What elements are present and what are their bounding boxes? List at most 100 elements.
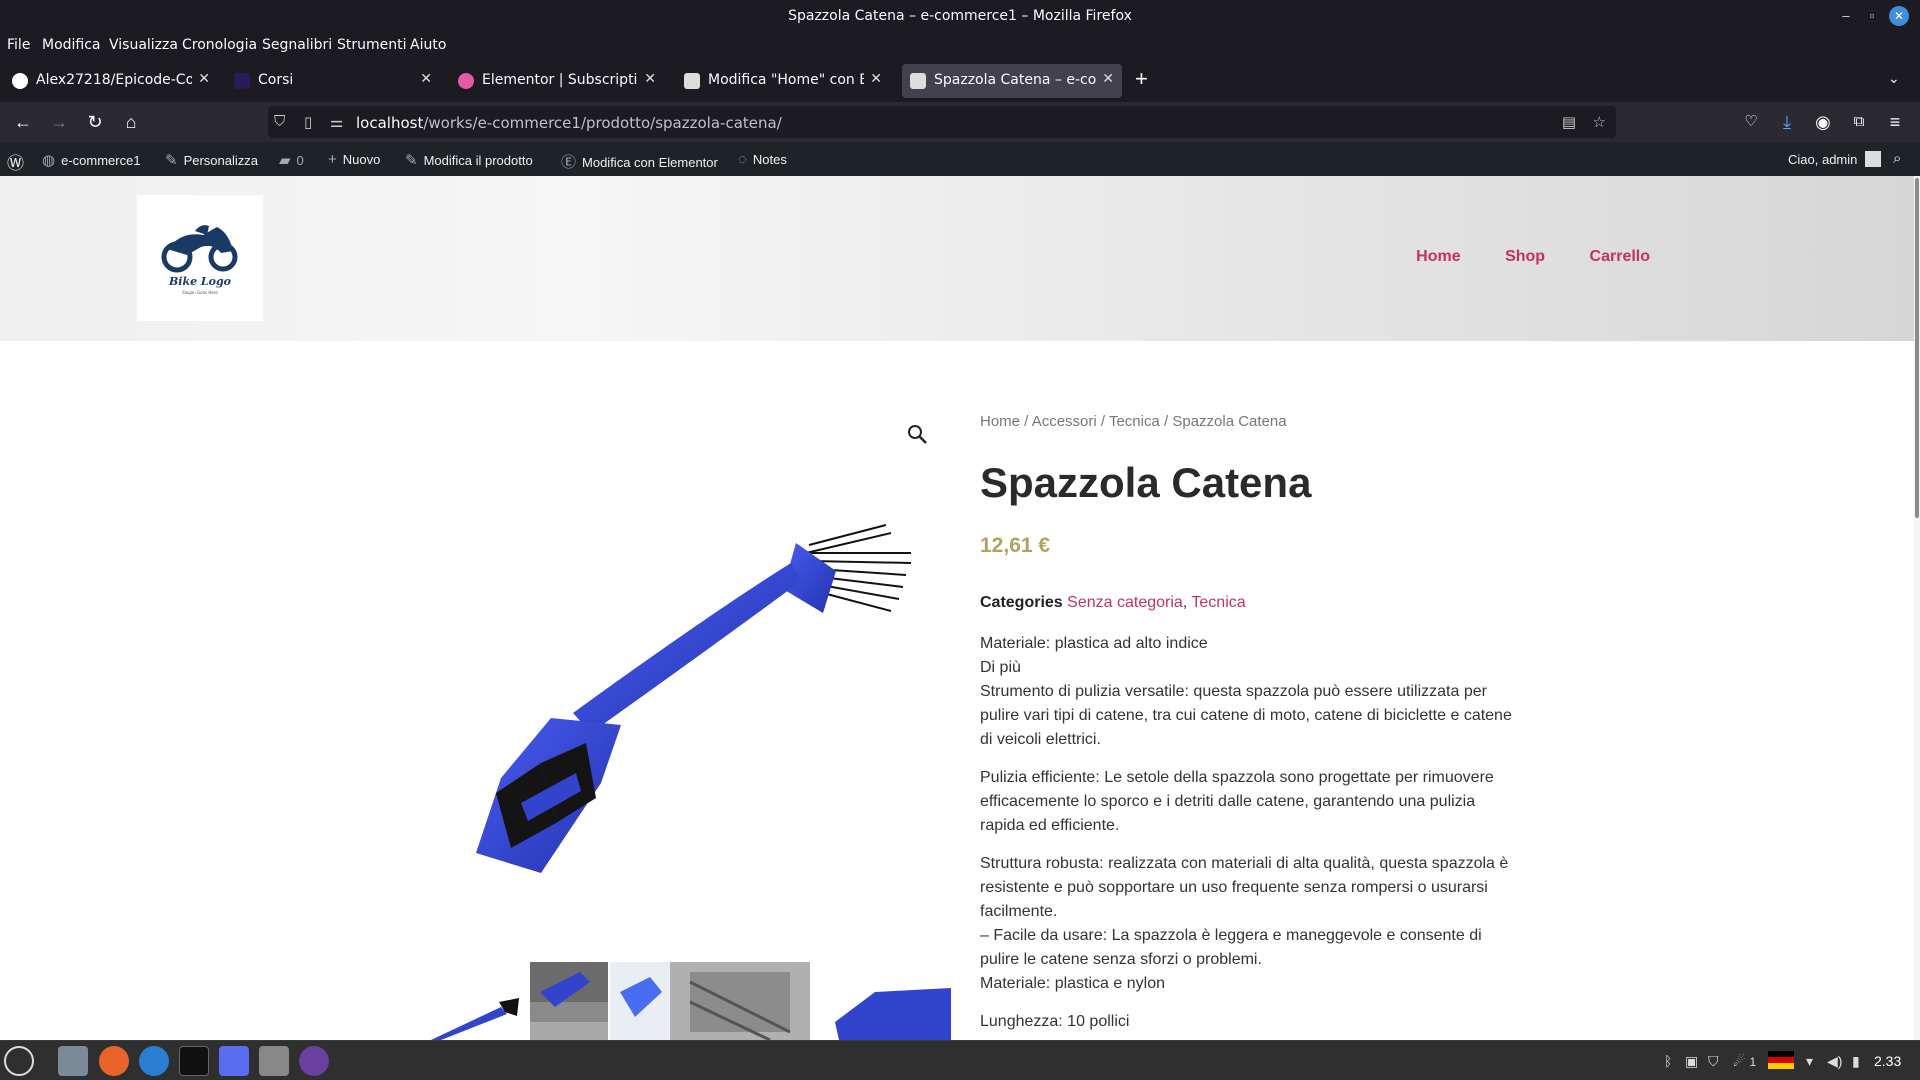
edit-elementor-link[interactable]: Ⓔ Modifica con Elementor [561, 151, 718, 172]
files-icon[interactable] [58, 1046, 88, 1076]
home-icon[interactable]: ⌂ [119, 110, 143, 134]
scrollbar-thumb[interactable] [1915, 178, 1919, 518]
menu-segnalibri[interactable]: Segnalibri [262, 37, 332, 53]
site-logo[interactable]: Bike Logo Slogan Goes Here [137, 195, 263, 321]
firefox-icon[interactable] [99, 1046, 129, 1076]
new-tab-button[interactable]: + [1135, 66, 1148, 92]
nav-home[interactable]: Home [1416, 248, 1460, 265]
notes-link[interactable]: ◌ Notes [738, 151, 787, 168]
desc-paragraph: Pulizia efficiente: Le setole della spaz… [980, 769, 1494, 834]
zoom-icon[interactable] [905, 422, 929, 446]
shield-icon[interactable]: ⛉ [274, 113, 285, 130]
corsi-icon [234, 73, 250, 89]
menu-file[interactable]: File [7, 37, 30, 53]
product-main-image[interactable] [391, 403, 951, 963]
close-icon[interactable]: ✕ [198, 71, 210, 87]
chevron-down-icon[interactable]: ⌄ [1888, 70, 1900, 87]
settings-icon[interactable] [259, 1046, 289, 1076]
thunderbird-icon[interactable] [139, 1046, 169, 1076]
nav-carrello[interactable]: Carrello [1590, 248, 1650, 265]
product-price: 12,61 € [980, 534, 1051, 557]
customize-link[interactable]: ✎ Personalizza [165, 151, 258, 169]
url-text[interactable]: localhost/works/e-commerce1/prodotto/spa… [356, 114, 782, 132]
search-icon[interactable]: ⌕ [1893, 150, 1901, 167]
screenshot-icon[interactable] [219, 1046, 249, 1076]
wp-admin-bar: Ⓦ ◍ e-commerce1 ✎ Personalizza ▰ 0 + Nuovo ✎… [0, 142, 1920, 176]
menu-visualizza[interactable]: Visualizza [109, 37, 178, 53]
permissions-icon[interactable]: ⚌ [330, 113, 343, 131]
svg-text:Bike Logo: Bike Logo [168, 275, 231, 288]
product-categories: Categories Senza categoria, Tecnica [980, 594, 1246, 611]
extensions-icon[interactable]: ⧉ [1847, 110, 1871, 134]
thumbnail-4[interactable] [670, 962, 810, 1040]
page-icon[interactable]: ▯ [304, 113, 312, 131]
elementor-icon [458, 73, 474, 89]
site-name-link[interactable]: ◍ e-commerce1 [42, 151, 141, 169]
category-tecnica[interactable]: Tecnica [1191, 594, 1245, 611]
navigation-bar: ← → ↻ ⌂ ⛉ ▯ ⚌ localhost/works/e-commerce… [0, 102, 1920, 142]
pocket-icon[interactable]: ♡ [1739, 110, 1763, 134]
github-icon [12, 73, 28, 89]
volume-icon[interactable]: ◀) [1827, 1053, 1842, 1070]
url-bar[interactable]: ⛉ ▯ ⚌ localhost/works/e-commerce1/prodot… [268, 106, 1616, 138]
menu-bar: File Modifica Visualizza Cronologia Segn… [0, 32, 1920, 60]
minimize-icon[interactable]: – [1836, 6, 1856, 26]
dashboard-icon: ◍ [42, 152, 56, 169]
close-icon[interactable]: ✕ [1889, 6, 1909, 26]
close-icon[interactable]: ✕ [644, 71, 656, 87]
thumbnail-3[interactable] [610, 962, 670, 1040]
menu-strumenti[interactable]: Strumenti [337, 37, 407, 53]
tab-modifica-home[interactable]: Modifica "Home" con Eleme ✕ [676, 64, 890, 98]
breadcrumb-home[interactable]: Home [980, 413, 1020, 430]
product-description: Materiale: plastica ad alto indice Di pi… [980, 632, 1520, 1034]
reload-icon[interactable]: ↻ [83, 110, 107, 134]
bookmark-star-icon[interactable]: ☆ [1593, 113, 1606, 131]
close-icon[interactable]: ✕ [870, 71, 882, 87]
breadcrumb-tecnica[interactable]: Tecnica [1109, 413, 1160, 430]
window-title: Spazzola Catena – e-commerce1 – Mozilla … [788, 8, 1132, 24]
new-content-link[interactable]: + Nuovo [328, 151, 380, 168]
thumbnail-5[interactable] [815, 962, 951, 1040]
menu-cronologia[interactable]: Cronologia [182, 37, 257, 53]
battery-icon[interactable]: ▮ [1852, 1053, 1860, 1070]
update-icon[interactable]: ☄ 1 [1733, 1053, 1756, 1070]
account-menu[interactable]: Ciao, admin [1788, 151, 1882, 167]
breadcrumb-accessori[interactable]: Accessori [1032, 413, 1097, 430]
shield-icon[interactable]: ⛉ [1708, 1053, 1719, 1070]
tab-label: Elementor | Subscriptions [482, 72, 638, 88]
maximize-icon[interactable]: ▫ [1862, 6, 1882, 26]
thumbnail-1[interactable] [391, 962, 526, 1040]
account-icon[interactable]: ◉ [1811, 110, 1835, 134]
pencil-icon: ✎ [405, 152, 418, 169]
wordpress-icon[interactable]: Ⓦ [7, 149, 24, 174]
terminal-icon[interactable] [179, 1046, 209, 1076]
tab-spazzola-catena[interactable]: Spazzola Catena – e-comme ✕ [902, 64, 1122, 98]
close-icon[interactable]: ✕ [420, 71, 432, 87]
category-senza-categoria[interactable]: Senza categoria [1067, 594, 1183, 611]
menu-aiuto[interactable]: Aiuto [410, 37, 446, 53]
tab-corsi[interactable]: Corsi ✕ [226, 64, 440, 98]
github-desktop-icon[interactable] [299, 1046, 329, 1076]
bluetooth-icon[interactable]: ᛒ [1664, 1053, 1672, 1069]
tab-elementor[interactable]: Elementor | Subscriptions ✕ [450, 64, 664, 98]
edit-product-link[interactable]: ✎ Modifica il prodotto [405, 151, 533, 169]
page-icon [910, 73, 926, 89]
reader-view-icon[interactable]: ▤ [1562, 113, 1576, 131]
back-icon[interactable]: ← [11, 110, 35, 134]
wifi-icon[interactable]: ▾ [1806, 1053, 1813, 1070]
forward-icon[interactable]: → [47, 110, 71, 134]
clipboard-icon[interactable]: ▣ [1685, 1053, 1698, 1070]
nav-shop[interactable]: Shop [1505, 248, 1545, 265]
clock[interactable]: 2.33 [1874, 1053, 1901, 1069]
keyboard-layout-flag-icon[interactable] [1768, 1051, 1794, 1069]
menu-modifica[interactable]: Modifica [42, 37, 101, 53]
speech-bubble-icon: ◌ [738, 151, 747, 168]
tab-github[interactable]: Alex27218/Epicode-Conseg ✕ [4, 64, 218, 98]
thumbnail-2[interactable] [530, 962, 608, 1040]
comments-link[interactable]: ▰ 0 [279, 151, 304, 169]
close-icon[interactable]: ✕ [1102, 71, 1114, 87]
product-thumbnails [391, 962, 951, 1040]
menu-icon[interactable]: ≡ [1883, 110, 1907, 134]
mint-menu-icon[interactable] [4, 1046, 34, 1076]
download-icon[interactable]: ⤓ [1775, 110, 1799, 134]
